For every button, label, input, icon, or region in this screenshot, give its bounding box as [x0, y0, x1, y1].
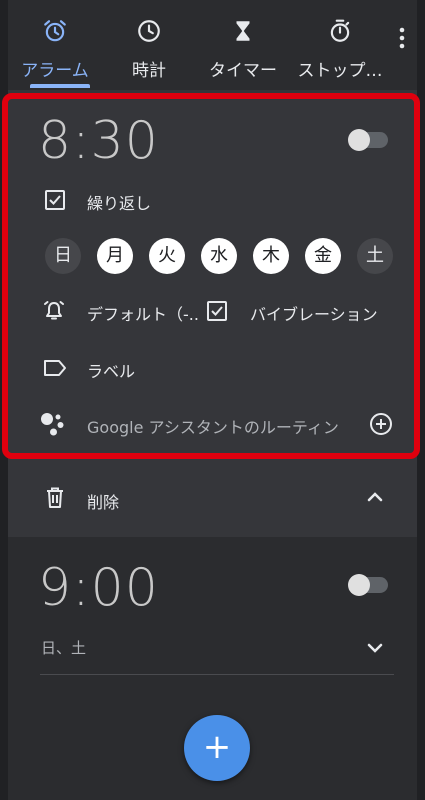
google-assistant-routine[interactable]: Google アシスタントのルーティン — [87, 414, 339, 438]
hourglass-icon — [236, 21, 250, 41]
day-thursday[interactable]: 木 — [253, 238, 289, 274]
toggle-knob — [348, 129, 370, 151]
day-saturday[interactable]: 土 — [357, 238, 393, 274]
repeat-checkbox[interactable] — [45, 190, 65, 210]
alarm-card-expanded: 8:30 繰り返し 日 月 火 水 木 金 土 デフォルト（-.. バイブレーシ… — [8, 90, 417, 537]
chevron-down-icon[interactable] — [366, 641, 384, 655]
alarm-icon — [44, 20, 66, 42]
day-wednesday[interactable]: 水 — [201, 238, 237, 274]
tab-label: アラーム — [21, 61, 89, 81]
chevron-up-icon[interactable] — [366, 490, 384, 504]
day-tuesday[interactable]: 火 — [149, 238, 185, 274]
repeat-label: 繰り返し — [87, 194, 152, 213]
divider — [40, 674, 394, 675]
check-icon — [49, 195, 61, 205]
tab-clock[interactable]: 時計 — [102, 0, 196, 90]
label-icon — [44, 360, 66, 376]
tab-stopwatch[interactable]: ストップ… — [290, 0, 390, 90]
clock-icon — [138, 20, 160, 42]
top-app-bar: アラーム 時計 タイマー ストップ… — [8, 0, 417, 90]
more-vert-icon — [399, 27, 405, 49]
active-tab-indicator — [30, 84, 90, 88]
label-button[interactable]: ラベル — [87, 358, 135, 382]
alarm-toggle[interactable] — [348, 574, 388, 596]
tab-alarm[interactable]: アラーム — [8, 0, 102, 90]
day-friday[interactable]: 金 — [305, 238, 341, 274]
ringtone-button[interactable]: デフォルト（-.. — [87, 301, 199, 325]
more-options-button[interactable] — [392, 22, 412, 52]
add-icon: + — [202, 727, 232, 767]
vibration-label: バイブレーション — [250, 305, 378, 324]
alarm-time[interactable]: 8:30 — [38, 115, 159, 167]
add-alarm-button[interactable]: + — [184, 715, 250, 781]
stopwatch-icon — [330, 19, 350, 42]
vibration-checkbox[interactable] — [207, 301, 227, 321]
add-circle-icon[interactable] — [368, 411, 394, 437]
check-icon — [211, 306, 223, 316]
tab-label: タイマー — [209, 61, 277, 81]
alarm-sound-icon — [44, 301, 64, 320]
google-assistant-icon — [41, 413, 64, 436]
alarm-toggle[interactable] — [348, 129, 388, 151]
tab-label: 時計 — [132, 61, 166, 81]
repeat-days-summary: 日、土 — [41, 639, 87, 657]
alarm-time[interactable]: 9:00 — [38, 562, 159, 614]
tab-timer[interactable]: タイマー — [196, 0, 290, 90]
trash-icon — [47, 487, 63, 508]
day-sunday[interactable]: 日 — [45, 238, 81, 274]
day-monday[interactable]: 月 — [97, 238, 133, 274]
tab-label: ストップ… — [297, 61, 383, 81]
toggle-knob — [348, 574, 370, 596]
delete-button[interactable]: 削除 — [87, 489, 119, 513]
